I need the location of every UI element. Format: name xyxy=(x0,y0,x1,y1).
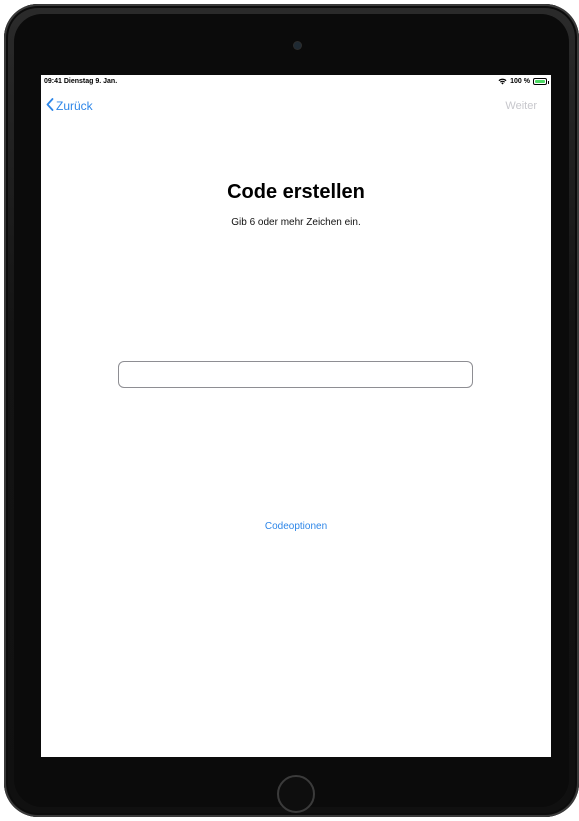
navigation-bar: Zurück Weiter xyxy=(41,95,551,117)
passcode-options-button[interactable]: Codeoptionen xyxy=(41,521,551,532)
next-button[interactable]: Weiter xyxy=(505,100,537,112)
status-time-date: 09:41 Dienstag 9. Jan. xyxy=(44,78,118,85)
page-title: Code erstellen xyxy=(227,181,365,203)
wifi-icon xyxy=(498,78,507,85)
battery-tip xyxy=(547,81,549,84)
home-button[interactable] xyxy=(277,775,315,813)
screen: 09:41 Dienstag 9. Jan. 100 % Zurück Weit… xyxy=(41,75,551,757)
battery-icon xyxy=(533,78,549,85)
page-subtitle: Gib 6 oder mehr Zeichen ein. xyxy=(231,217,361,228)
passcode-input[interactable] xyxy=(118,361,473,388)
back-button[interactable]: Zurück xyxy=(46,98,93,114)
front-camera xyxy=(294,42,301,49)
back-label: Zurück xyxy=(56,99,93,113)
battery-percentage: 100 % xyxy=(510,78,530,85)
ipad-device-frame: 09:41 Dienstag 9. Jan. 100 % Zurück Weit… xyxy=(4,4,579,817)
status-indicators: 100 % xyxy=(498,78,549,85)
chevron-left-icon xyxy=(46,98,56,114)
battery-level xyxy=(535,80,545,83)
status-bar: 09:41 Dienstag 9. Jan. 100 % xyxy=(41,75,551,89)
